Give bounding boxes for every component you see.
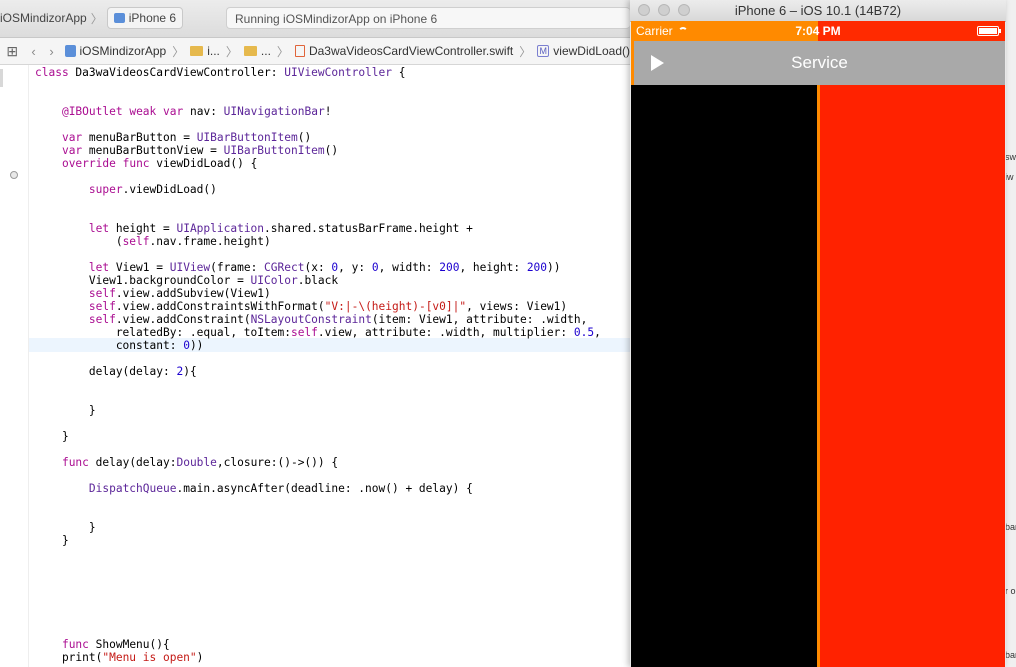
background-text: bar xyxy=(1005,522,1016,532)
chevron-right-icon: 〉 xyxy=(90,11,103,26)
code-line: self.view.addSubview(View1) xyxy=(88,287,271,300)
close-window-button[interactable] xyxy=(638,4,650,16)
xcode-toolbar: iOSMindizorApp 〉 iPhone 6 Running iOSMin… xyxy=(0,0,630,38)
code-line: relatedBy: .equal, toItem:self.view, att… xyxy=(35,326,601,339)
jump-bar: ⊞ ‹ › iOSMindizorApp 〉 i... 〉 ... 〉 Da3w… xyxy=(0,38,630,65)
code-line: } xyxy=(35,534,69,547)
swift-file-icon xyxy=(294,45,305,57)
minimize-window-button[interactable] xyxy=(658,4,670,16)
folder-icon xyxy=(243,46,257,56)
scheme-name[interactable]: iOSMindizorApp xyxy=(0,11,87,25)
code-line: } xyxy=(35,521,96,534)
forward-arrow-icon[interactable]: › xyxy=(43,44,61,59)
code-line: override func viewDidLoad() { xyxy=(61,157,258,170)
chevron-right-icon: 〉 xyxy=(172,44,185,59)
breadcrumb-method[interactable]: viewDidLoad() xyxy=(553,44,630,58)
chevron-right-icon: 〉 xyxy=(519,44,532,59)
background-text: r o xyxy=(1005,586,1016,596)
red-view xyxy=(820,85,1005,667)
code-line: var menuBarButton = UIBarButtonItem() xyxy=(61,131,312,144)
navigation-bar: Service xyxy=(631,41,1005,85)
code-line: } xyxy=(35,430,69,443)
code-line: print("Menu is open") xyxy=(35,651,204,664)
breadcrumb-group-2[interactable]: ... xyxy=(261,44,271,58)
code-line: constant: 0)) xyxy=(35,339,204,352)
black-view xyxy=(631,85,818,667)
nav-title: Service xyxy=(791,53,848,72)
project-icon xyxy=(64,45,76,57)
device-name: iPhone 6 xyxy=(128,11,177,25)
battery-icon xyxy=(977,26,1001,36)
chevron-right-icon: 〉 xyxy=(276,44,289,59)
background-text: sw xyxy=(1005,152,1016,162)
device-selector[interactable]: iPhone 6 xyxy=(106,7,184,29)
change-bar xyxy=(0,69,3,87)
code-line: self.view.addConstraint(NSLayoutConstrai… xyxy=(88,313,588,326)
chevron-right-icon: 〉 xyxy=(225,44,238,59)
simulator-title: iPhone 6 – iOS 10.1 (14B72) xyxy=(734,3,902,18)
code-line: let height = UIApplication.shared.status… xyxy=(88,222,473,235)
scheme-selector[interactable]: iOSMindizorApp 〉 iPhone 6 xyxy=(0,7,184,29)
simulator-window: iPhone 6 – iOS 10.1 (14B72) Carrier 7:04… xyxy=(630,0,1006,667)
zoom-window-button[interactable] xyxy=(678,4,690,16)
folder-icon xyxy=(190,46,204,56)
code-line: let View1 = UIView(frame: CGRect(x: 0, y… xyxy=(88,261,561,274)
ios-status-bar: Carrier 7:04 PM xyxy=(631,21,1005,41)
code-line: self.view.addConstraintsWithFormat("V:|-… xyxy=(88,300,568,313)
code-line: DispatchQueue.main.asyncAfter(deadline: … xyxy=(88,482,473,495)
status-time: 7:04 PM xyxy=(795,24,841,38)
code-editor[interactable]: class Da3waVideosCardViewController: UIV… xyxy=(29,65,630,667)
code-line: @IBOutlet weak var nav: UINavigationBar! xyxy=(61,105,332,118)
background-text: bar xyxy=(1005,650,1016,660)
device-icon xyxy=(113,13,125,23)
activity-status: Running iOSMindizorApp on iPhone 6 xyxy=(226,7,630,29)
code-line: func delay(delay:Double,closure:()->()) … xyxy=(61,456,339,469)
code-line: delay(delay: 2){ xyxy=(35,365,197,378)
code-line: var menuBarButtonView = UIBarButtonItem(… xyxy=(61,144,339,157)
background-text: iw xyxy=(1005,172,1014,182)
code-line: (self.nav.frame.height) xyxy=(35,235,271,248)
simulator-title-bar[interactable]: iPhone 6 – iOS 10.1 (14B72) xyxy=(630,0,1006,22)
device-screen[interactable]: Carrier 7:04 PM Service xyxy=(631,21,1005,667)
breadcrumb: iOSMindizorApp 〉 i... 〉 ... 〉 Da3waVideo… xyxy=(64,43,630,60)
back-arrow-icon[interactable]: ‹ xyxy=(25,44,43,59)
code-line: super.viewDidLoad() xyxy=(88,183,217,196)
breadcrumb-project[interactable]: iOSMindizorApp xyxy=(80,44,167,58)
code-line: View1.backgroundColor = UIColor.black xyxy=(35,274,339,287)
outlet-connection-icon[interactable] xyxy=(10,171,18,179)
breadcrumb-file[interactable]: Da3waVideosCardViewController.swift xyxy=(309,44,513,58)
breadcrumb-group-1[interactable]: i... xyxy=(207,44,220,58)
code-line: } xyxy=(35,404,96,417)
code-line: class Da3waVideosCardViewController: UIV… xyxy=(35,66,406,79)
editor-gutter[interactable] xyxy=(0,65,29,667)
related-items-grid-icon[interactable]: ⊞ xyxy=(0,43,25,60)
method-icon: M xyxy=(537,45,550,57)
code-line: func ShowMenu(){ xyxy=(61,638,170,651)
